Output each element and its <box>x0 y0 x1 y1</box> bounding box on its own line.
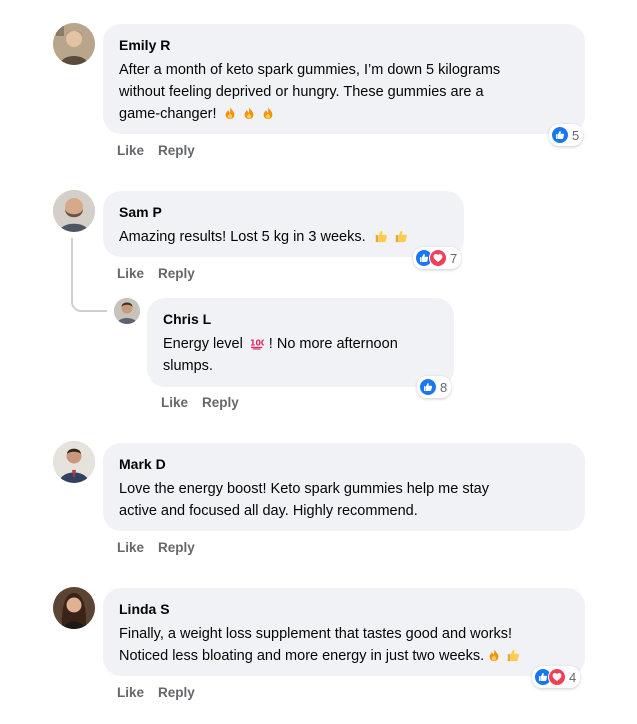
avatar[interactable] <box>114 298 140 324</box>
comment-line-text: Noticed less bloating and more energy in… <box>119 648 485 664</box>
thread-connector <box>71 238 73 298</box>
fire-icon <box>487 648 501 662</box>
reply-button[interactable]: Reply <box>158 685 195 700</box>
like-button[interactable]: Like <box>161 395 188 410</box>
comment-text: Love the energy boost! Keto spark gummie… <box>119 478 569 522</box>
like-reaction-icon <box>419 378 437 396</box>
avatar[interactable] <box>53 190 95 232</box>
thread-connector <box>71 296 107 312</box>
like-button[interactable]: Like <box>117 266 144 281</box>
thumbs-up-icon <box>506 648 520 662</box>
reaction-count: 8 <box>440 379 448 395</box>
reaction-count: 5 <box>572 127 580 143</box>
comment-line: slumps. <box>163 358 213 374</box>
comment-author[interactable]: Chris L <box>163 310 438 328</box>
comment-actions: Like Reply <box>117 143 195 158</box>
fire-icon <box>242 106 256 120</box>
reaction-count: 4 <box>569 669 577 685</box>
comment-line: without feeling deprived or hungry. Thes… <box>119 84 484 100</box>
reply-button[interactable]: Reply <box>202 395 239 410</box>
comment-line: Energy level ! No more afternoon <box>163 333 438 355</box>
comment-author[interactable]: Emily R <box>119 36 569 54</box>
reply-button[interactable]: Reply <box>158 540 195 555</box>
avatar[interactable] <box>53 587 95 629</box>
reaction-summary[interactable]: 7 <box>413 247 462 269</box>
reaction-summary[interactable]: 5 <box>549 124 584 146</box>
comment-text: Finally, a weight loss supplement that t… <box>119 623 569 667</box>
reply-button[interactable]: Reply <box>158 143 195 158</box>
comment-line: Finally, a weight loss supplement that t… <box>119 626 513 642</box>
hundred-points-icon <box>250 336 264 350</box>
comment-line: game-changer! <box>119 103 569 125</box>
reply-button[interactable]: Reply <box>158 266 195 281</box>
love-reaction-icon <box>429 249 447 267</box>
comment-actions: Like Reply <box>161 395 239 410</box>
comment-line: active and focused all day. Highly recom… <box>119 503 418 519</box>
fire-icon <box>261 106 275 120</box>
comment-line-text: Energy level <box>163 336 243 352</box>
comment-line: After a month of keto spark gummies, I’m… <box>119 62 501 78</box>
comment-line-text: game-changer! <box>119 106 217 122</box>
comment-bubble: Emily R After a month of keto spark gumm… <box>103 24 585 134</box>
reaction-summary[interactable]: 4 <box>532 666 581 688</box>
thumbs-up-icon <box>394 229 408 243</box>
comment-bubble: Sam P Amazing results! Lost 5 kg in 3 we… <box>103 191 464 257</box>
comment-author[interactable]: Linda S <box>119 600 569 618</box>
reply-bubble: Chris L Energy level ! No more afternoon … <box>147 298 454 387</box>
thumbs-up-icon <box>374 229 388 243</box>
reaction-count: 7 <box>450 250 458 266</box>
like-button[interactable]: Like <box>117 143 144 158</box>
comment-author[interactable]: Sam P <box>119 203 448 221</box>
fire-icon <box>223 106 237 120</box>
avatar[interactable] <box>53 441 95 483</box>
comment-line: Love the energy boost! Keto spark gummie… <box>119 481 489 497</box>
comment-author[interactable]: Mark D <box>119 455 569 473</box>
comment-actions: Like Reply <box>117 540 195 555</box>
comment-actions: Like Reply <box>117 685 195 700</box>
avatar[interactable] <box>53 23 95 65</box>
like-reaction-icon <box>551 126 569 144</box>
like-button[interactable]: Like <box>117 540 144 555</box>
comment-line-text: Amazing results! Lost 5 kg in 3 weeks. <box>119 229 366 245</box>
like-button[interactable]: Like <box>117 685 144 700</box>
comment-actions: Like Reply <box>117 266 195 281</box>
comment-line-text: ! No more afternoon <box>268 336 398 352</box>
comment-text: Energy level ! No more afternoon slumps. <box>163 333 438 377</box>
love-reaction-icon <box>548 668 566 686</box>
comment-text: After a month of keto spark gummies, I’m… <box>119 59 569 125</box>
comment-text: Amazing results! Lost 5 kg in 3 weeks. <box>119 226 448 248</box>
comment-line: Noticed less bloating and more energy in… <box>119 645 569 667</box>
reaction-summary[interactable]: 8 <box>417 376 452 398</box>
comment-bubble: Linda S Finally, a weight loss supplemen… <box>103 588 585 676</box>
comment-bubble: Mark D Love the energy boost! Keto spark… <box>103 443 585 531</box>
